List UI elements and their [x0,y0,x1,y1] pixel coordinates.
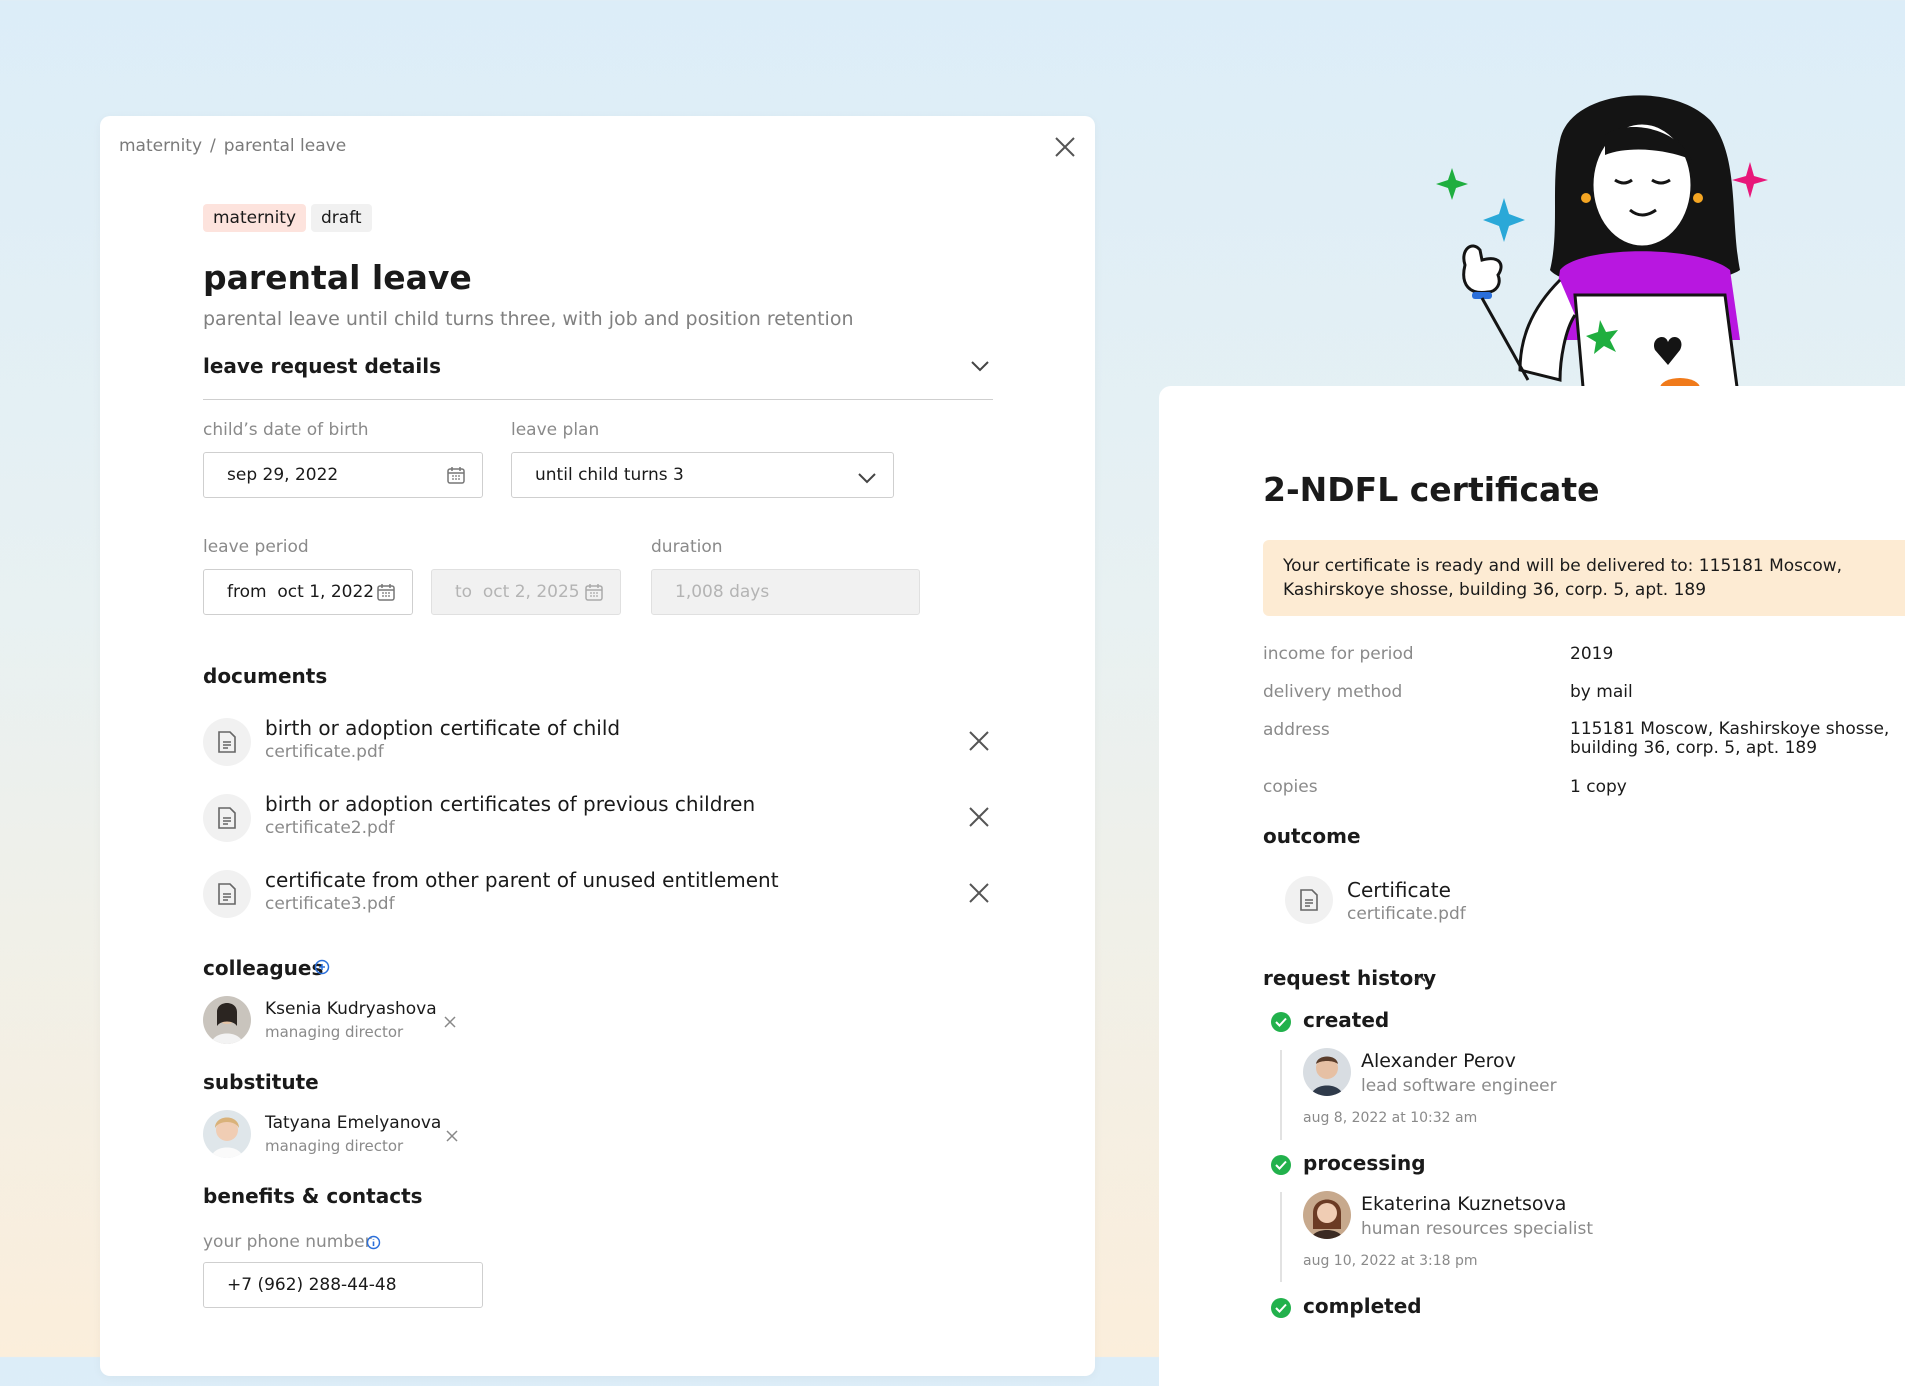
outcome-title: Certificate [1347,878,1451,902]
chevron-down-icon[interactable] [970,360,990,372]
parental-leave-form: maternity / parental leave maternity draft… [100,116,1095,1376]
certificate-panel: 2-NDFL certificate Your certificate is r… [1159,386,1905,1386]
tag-maternity: maternity [203,204,307,232]
duration-value: 1,008 days [675,582,770,602]
phone-value: +7 (962) 288-44-48 [227,1275,397,1295]
avatar [1303,1048,1351,1096]
woman-laptop-illustration [1436,95,1845,416]
duration-label: duration [651,537,723,557]
history-timestamp: aug 10, 2022 at 3:18 pm [1303,1253,1478,1269]
details-section-header[interactable]: leave request details [203,354,441,378]
document-icon [203,794,251,842]
history-status: created [1303,1008,1390,1032]
dob-value: sep 29, 2022 [227,465,339,485]
outcome-header: outcome [1263,824,1361,848]
phone-input[interactable]: +7 (962) 288-44-48 [203,1262,483,1308]
calendar-icon [585,584,603,601]
green-sparkle-icon [1436,168,1468,200]
check-icon [1271,1298,1291,1318]
history-person-role: human resources specialist [1361,1219,1594,1239]
remove-document-icon[interactable] [968,806,990,828]
dob-field[interactable]: sep 29, 2022 [203,452,483,498]
avatar [1303,1191,1351,1239]
from-value: oct 1, 2022 [277,582,375,602]
history-timestamp: aug 8, 2022 at 10:32 am [1303,1110,1478,1126]
history-person-name: Alexander Perov [1361,1050,1516,1072]
history-status: processing [1303,1151,1426,1175]
colleagues-header: colleagues [203,956,324,980]
timeline-line [1280,1050,1282,1140]
copies-value: 1 copy [1570,777,1627,797]
document-title: certificate from other parent of unused … [265,868,779,892]
check-icon [1271,1012,1291,1032]
income-period-value: 2019 [1570,644,1614,664]
page-subtitle: parental leave until child turns three, … [203,308,854,330]
breadcrumb-separator: / [210,136,216,156]
breadcrumb-link-maternity[interactable]: maternity [119,136,202,156]
calendar-icon[interactable] [446,465,466,485]
to-value: oct 2, 2025 [482,582,580,602]
benefits-header: benefits & contacts [203,1184,423,1208]
delivery-method-value: by mail [1570,682,1633,702]
avatar [203,1110,251,1158]
documents-header: documents [203,664,328,688]
document-icon [203,870,251,918]
phone-label: your phone number [203,1232,372,1252]
history-person-name: Ekaterina Kuznetsova [1361,1193,1567,1215]
document-title: birth or adoption certificates of previo… [265,792,756,816]
history-header[interactable]: request history [1263,966,1436,990]
breadcrumb: maternity / parental leave [119,136,346,156]
close-icon[interactable] [1052,134,1078,160]
avatar [203,996,251,1044]
period-label: leave period [203,537,309,557]
address-label: address [1263,720,1330,740]
check-icon [1271,1155,1291,1175]
outcome-file[interactable]: certificate.pdf [1347,904,1466,924]
address-value: 115181 Moscow, Kashirskoye shosse, build… [1570,719,1890,758]
period-to-field: to oct 2, 2025 [431,569,621,615]
colleague-name: Ksenia Kudryashova [265,999,437,1019]
plan-value: until child turns 3 [535,465,684,485]
copies-label: copies [1263,777,1318,797]
blue-sparkle-icon [1483,198,1525,242]
substitute-role: managing director [265,1137,404,1155]
period-from-field[interactable]: from oct 1, 2022 [203,569,413,615]
chevron-up-icon[interactable] [1413,974,1427,983]
remove-document-icon[interactable] [968,730,990,752]
remove-colleague-icon[interactable] [444,1016,456,1028]
remove-document-icon[interactable] [968,882,990,904]
dob-label: child’s date of birth [203,420,369,440]
plan-select[interactable]: until child turns 3 [511,452,894,498]
income-period-label: income for period [1263,644,1414,664]
to-prefix: to [455,582,473,602]
from-prefix: from [227,582,267,602]
substitute-name: Tatyana Emelyanova [265,1113,442,1133]
document-icon [203,718,251,766]
add-colleague-icon[interactable] [314,959,330,975]
duration-field: 1,008 days [651,569,920,615]
document-icon [1285,876,1333,924]
document-title: birth or adoption certificate of child [265,716,621,740]
certificate-title: 2-NDFL certificate [1263,470,1600,509]
divider [203,399,993,400]
pink-sparkle-icon [1732,162,1768,198]
delivery-notice: Your certificate is ready and will be de… [1263,540,1905,616]
substitute-header: substitute [203,1070,319,1094]
timeline-line [1280,1192,1282,1282]
document-file[interactable]: certificate2.pdf [265,818,395,838]
remove-substitute-icon[interactable] [446,1130,458,1142]
delivery-method-label: delivery method [1263,682,1403,702]
history-status: completed [1303,1294,1422,1318]
calendar-icon[interactable] [376,582,396,602]
breadcrumb-current: parental leave [223,136,347,156]
colleague-role: managing director [265,1023,404,1041]
document-file[interactable]: certificate3.pdf [265,894,395,914]
page-title: parental leave [203,258,472,297]
plan-label: leave plan [511,420,600,440]
tag-draft: draft [311,204,372,232]
chevron-down-icon [858,473,876,484]
history-person-role: lead software engineer [1361,1076,1557,1096]
info-icon[interactable] [366,1235,381,1250]
document-file[interactable]: certificate.pdf [265,742,384,762]
